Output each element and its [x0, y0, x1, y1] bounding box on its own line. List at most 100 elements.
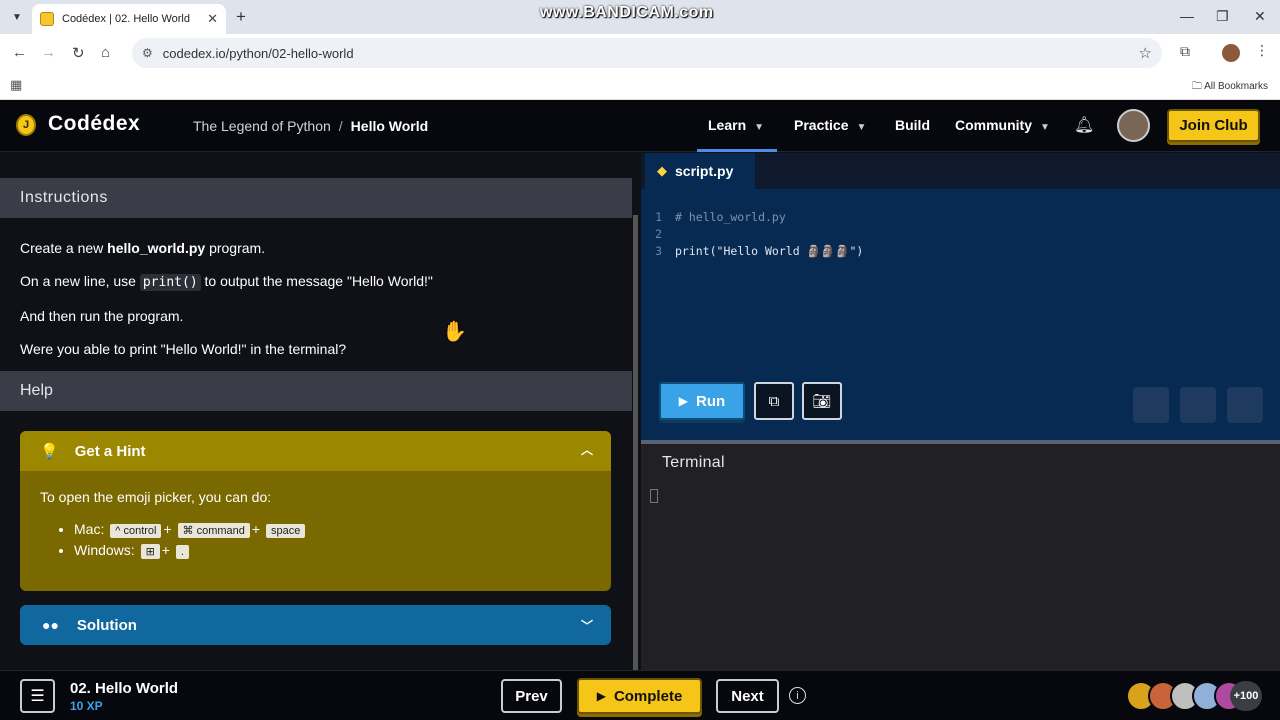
nav-practice[interactable]: Practice ▼: [794, 117, 866, 133]
footer-lesson-title: 02. Hello World: [70, 680, 179, 697]
breadcrumb-lesson: Hello World: [350, 118, 429, 134]
file-tab-script[interactable]: ◆ script.py: [645, 153, 755, 189]
all-bookmarks-link[interactable]: 🗀 All Bookmarks: [1192, 79, 1268, 96]
lesson-footer: ☰ 02. Hello World 10 XP Prev ▶ Complete …: [0, 670, 1280, 720]
bookmark-star-icon[interactable]: ☆: [1139, 44, 1152, 62]
run-button[interactable]: ▶ Run: [659, 382, 745, 420]
play-icon: ▶: [596, 689, 606, 703]
complete-button[interactable]: ▶ Complete: [577, 678, 702, 714]
editor-placeholder-button: [1133, 387, 1169, 423]
recording-watermark: www.BANDICAM.com: [540, 4, 714, 21]
new-tab-button[interactable]: +: [236, 7, 246, 27]
window-close-icon[interactable]: ✕: [1254, 8, 1266, 25]
footer-xp: 10 XP: [70, 699, 103, 713]
list-icon: ☰: [30, 688, 45, 705]
code-editor-panel: ◆ script.py 1 # hello_world.py 2 3 print…: [641, 153, 1280, 440]
nav-community[interactable]: Community ▼: [955, 117, 1050, 133]
key-space: space: [265, 524, 306, 538]
chevron-up-icon[interactable]: ︿: [581, 441, 593, 458]
minimize-icon[interactable]: —: [1180, 8, 1194, 24]
key-windows: ⊞: [140, 544, 160, 559]
tab-close-icon[interactable]: ✕: [207, 11, 218, 27]
url-text[interactable]: codedex.io/python/02-hello-world: [163, 46, 354, 61]
solution-toggle[interactable]: ●● Solution ﹀: [20, 605, 611, 645]
editor-placeholder-button: [1180, 387, 1216, 423]
lesson-panel: Instructions Create a new hello_world.py…: [0, 153, 638, 670]
nav-build[interactable]: Build: [895, 117, 930, 133]
lesson-scrollbar[interactable]: [633, 215, 638, 670]
browser-tabbar: ▼ Codédex | 02. Hello World ✕ + www.BAND…: [0, 0, 1280, 34]
key-period: .: [175, 545, 189, 559]
editor-placeholder-button: [1227, 387, 1263, 423]
key-command: ⌘ command: [177, 523, 250, 538]
breadcrumb-course[interactable]: The Legend of Python: [193, 118, 331, 134]
codedex-favicon-icon: [40, 12, 54, 26]
hint-card: 💡 Get a Hint ︿ To open the emoji picker,…: [20, 431, 611, 591]
forward-icon[interactable]: →: [41, 44, 56, 61]
chevron-down-icon: ▼: [754, 122, 765, 133]
chevron-down-icon: ▼: [856, 122, 867, 133]
apps-grid-icon[interactable]: ▦: [10, 77, 22, 93]
instructions-body: Create a new hello_world.py program. On …: [20, 240, 620, 374]
address-bar[interactable]: ⚙ codedex.io/python/02-hello-world ☆: [132, 38, 1162, 68]
line-number: 3: [655, 244, 662, 258]
copy-code-button[interactable]: ⧉: [754, 382, 794, 420]
instruction-line: On a new line, use print() to output the…: [20, 273, 433, 291]
hint-title: Get a Hint: [74, 442, 146, 460]
hint-body: To open the emoji picker, you can do: Ma…: [20, 471, 611, 581]
copy-icon: ⧉: [768, 392, 780, 410]
terminal-panel[interactable]: Terminal: [641, 444, 1280, 670]
join-club-button[interactable]: Join Club: [1167, 109, 1260, 142]
bookmarks-bar: ▦ 🗀 All Bookmarks: [0, 72, 1280, 100]
code-line: 3 print ("Hello World 🗿🗿🗿"): [641, 244, 863, 261]
prev-button[interactable]: Prev: [501, 679, 562, 713]
nav-active-indicator: [697, 149, 777, 152]
more-learners-badge[interactable]: +100: [1230, 681, 1262, 711]
instructions-heading: Instructions: [0, 178, 632, 218]
user-avatar[interactable]: [1117, 109, 1150, 142]
code-area[interactable]: 1 # hello_world.py 2 3 print ("Hello Worl…: [641, 210, 863, 261]
eyes-icon: ●●: [42, 617, 59, 633]
hint-mac-item: Mac: ^ control+ ⌘ command+ space: [74, 521, 591, 538]
reload-icon[interactable]: ↻: [72, 44, 85, 62]
info-icon[interactable]: i: [789, 687, 806, 704]
instruction-line: Create a new hello_world.py program.: [20, 240, 266, 256]
bell-icon[interactable]: 🔔︎: [1074, 115, 1094, 135]
file-tabs: ◆ script.py: [641, 153, 1280, 189]
screenshot-button[interactable]: 📷︎: [802, 382, 842, 420]
terminal-heading: Terminal: [662, 454, 725, 471]
browser-tab[interactable]: Codédex | 02. Hello World ✕: [32, 4, 226, 34]
lightbulb-icon: 💡: [40, 443, 59, 460]
code-function: print: [675, 244, 710, 258]
chevron-down-icon[interactable]: ﹀: [581, 617, 593, 634]
code-line: 2: [641, 227, 863, 244]
code-args: ("Hello World 🗿🗿🗿"): [709, 244, 864, 258]
terminal-cursor: [650, 489, 658, 503]
instruction-line: And then run the program.: [20, 308, 184, 324]
code-line: 1 # hello_world.py: [641, 210, 863, 227]
next-button[interactable]: Next: [716, 679, 779, 713]
extensions-icon[interactable]: ⧉: [1180, 43, 1190, 60]
codedex-logo-icon[interactable]: J: [16, 114, 36, 136]
site-info-icon[interactable]: ⚙: [142, 46, 153, 60]
home-icon[interactable]: ⌂: [101, 44, 110, 61]
nav-learn[interactable]: Learn ▼: [708, 117, 764, 133]
browser-menu-icon[interactable]: ⋮: [1255, 42, 1269, 59]
app-header: J Codédex The Legend of Python / Hello Wor…: [0, 100, 1280, 152]
back-icon[interactable]: ←: [12, 44, 27, 61]
restore-icon[interactable]: ❐: [1216, 8, 1229, 25]
hint-toggle[interactable]: 💡 Get a Hint ︿: [20, 431, 611, 471]
tab-search-icon[interactable]: ▼: [8, 8, 26, 26]
breadcrumb: The Legend of Python / Hello World: [193, 118, 428, 134]
browser-toolbar: ← → ↻ ⌂ ⚙ codedex.io/python/02-hello-wor…: [0, 34, 1280, 72]
logo-text[interactable]: Codédex: [48, 112, 140, 136]
instruction-line: Were you able to print "Hello World!" in…: [20, 341, 347, 357]
line-number: 2: [655, 227, 662, 241]
lesson-menu-button[interactable]: ☰: [20, 679, 55, 713]
key-control: ^ control: [110, 524, 162, 538]
breadcrumb-separator: /: [338, 118, 343, 134]
browser-profile-avatar[interactable]: [1222, 44, 1240, 62]
camera-icon: 📷︎: [812, 393, 832, 410]
help-heading: Help: [0, 371, 632, 411]
tab-title: Codédex | 02. Hello World: [62, 13, 190, 25]
